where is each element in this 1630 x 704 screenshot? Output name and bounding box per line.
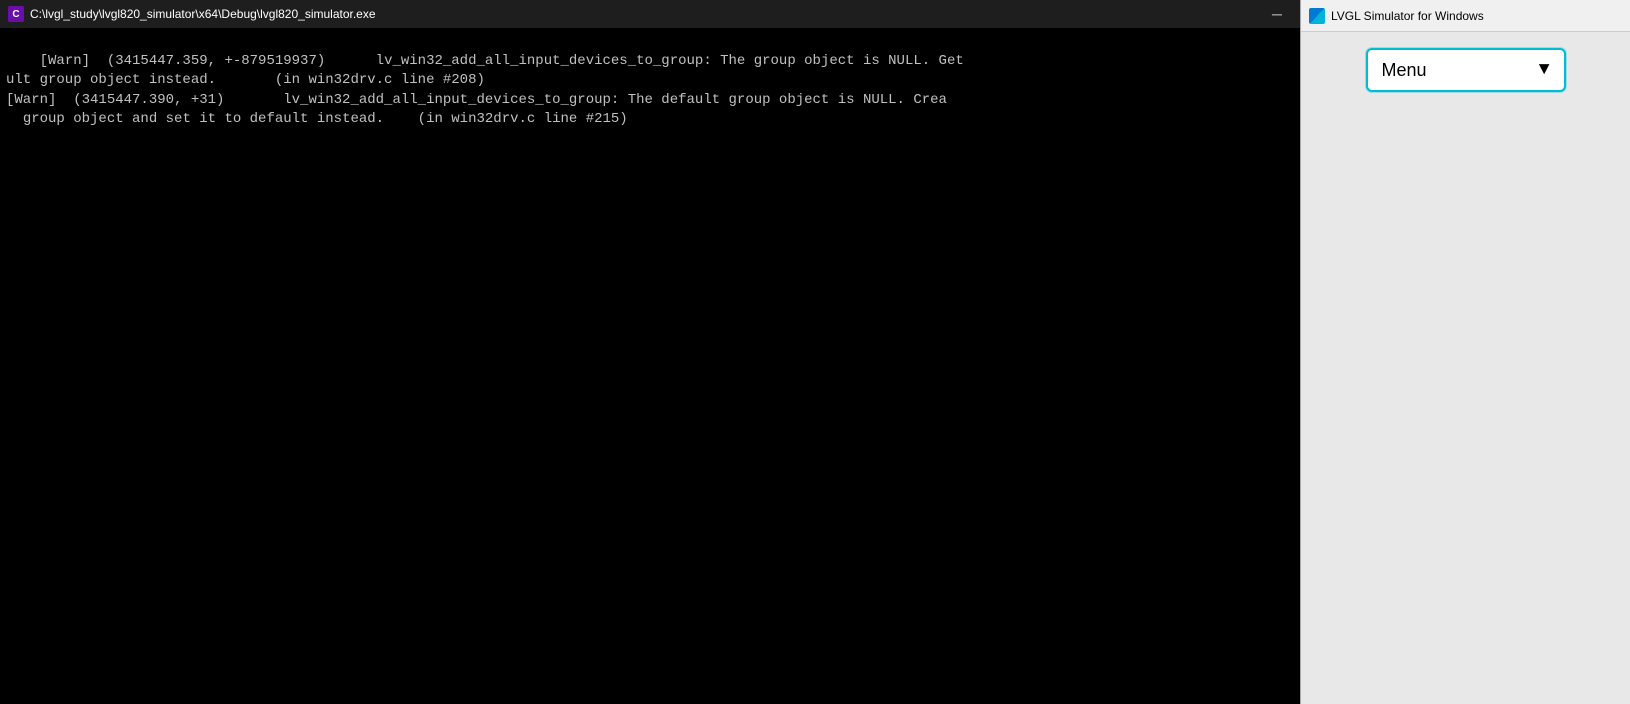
- simulator-content: Menu ▼: [1301, 32, 1630, 704]
- simulator-titlebar: LVGL Simulator for Windows: [1301, 0, 1630, 32]
- simulator-window: LVGL Simulator for Windows Menu ▼: [1300, 0, 1630, 704]
- menu-dropdown[interactable]: Menu ▼: [1366, 48, 1566, 92]
- console-line-2: ult group object instead. (in win32drv.c…: [6, 72, 485, 88]
- chevron-down-icon: ▼: [1539, 61, 1550, 79]
- titlebar-controls: ─: [1254, 0, 1300, 28]
- console-icon: C: [8, 6, 24, 22]
- console-line-1: [Warn] (3415447.359, +-879519937) lv_win…: [40, 53, 964, 69]
- simulator-icon: [1309, 8, 1325, 24]
- console-title: C:\lvgl_study\lvgl820_simulator\x64\Debu…: [30, 7, 376, 21]
- simulator-title: LVGL Simulator for Windows: [1331, 9, 1484, 23]
- console-window: C C:\lvgl_study\lvgl820_simulator\x64\De…: [0, 0, 1300, 704]
- console-output: [Warn] (3415447.359, +-879519937) lv_win…: [0, 28, 1300, 704]
- console-titlebar: C C:\lvgl_study\lvgl820_simulator\x64\De…: [0, 0, 1300, 28]
- minimize-button[interactable]: ─: [1254, 0, 1300, 28]
- console-line-4: group object and set it to default inste…: [6, 111, 628, 127]
- menu-label: Menu: [1382, 60, 1427, 81]
- console-line-3: [Warn] (3415447.390, +31) lv_win32_add_a…: [6, 92, 947, 108]
